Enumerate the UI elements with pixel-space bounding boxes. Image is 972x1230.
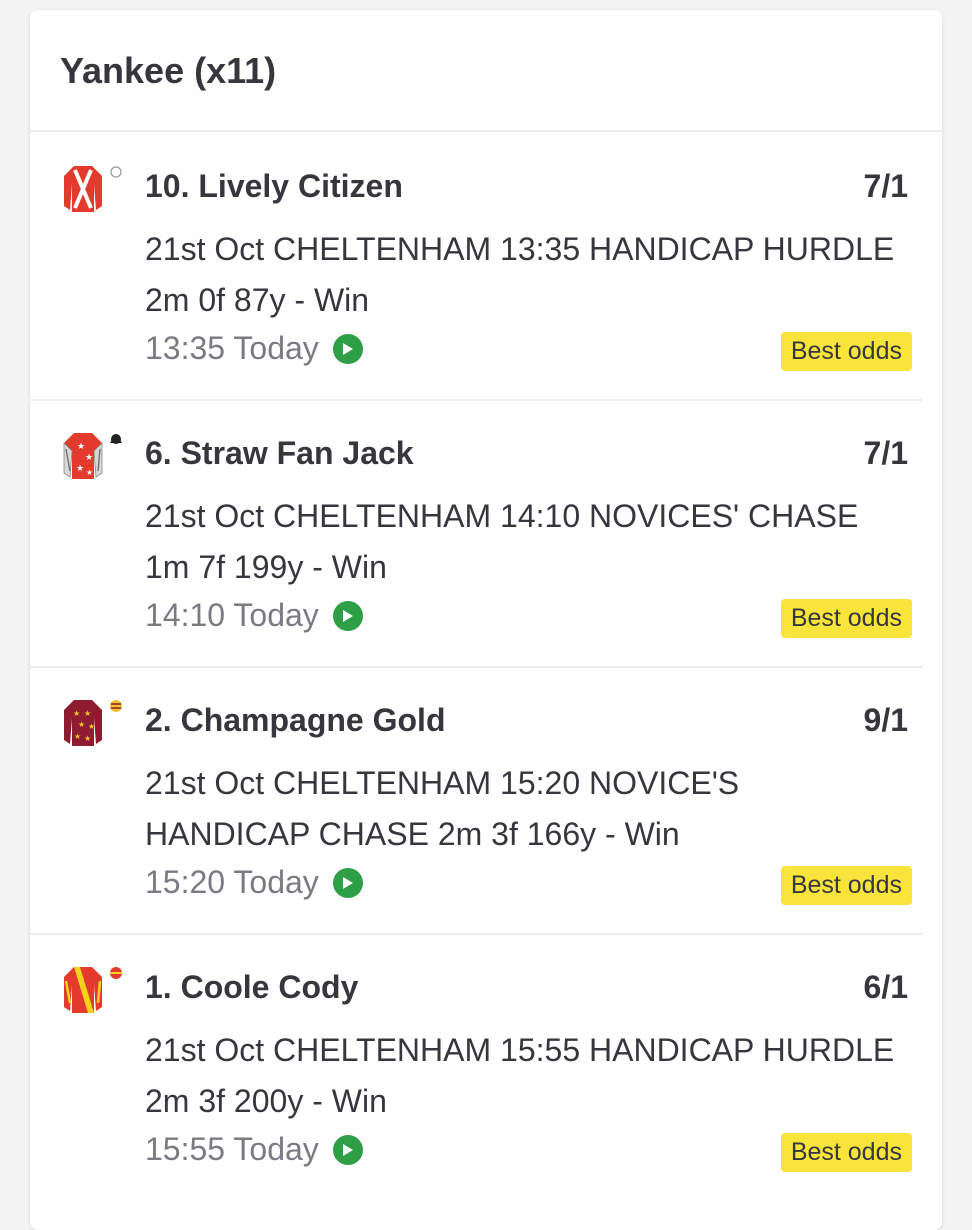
selection-row[interactable]: ★ ★ ★ ★ 6. Straw Fan Jack 7/1 21st Oct C… [30,399,922,668]
race-description: 21st Oct CHELTENHAM 15:55 HANDICAP HURDL… [145,1032,895,1119]
play-icon[interactable] [332,1134,363,1165]
best-odds-badge: Best odds [780,866,912,905]
race-description: 21st Oct CHELTENHAM 14:10 NOVICES' CHASE… [145,498,859,585]
race-time: 15:20 Today [145,864,363,901]
svg-text:★: ★ [74,732,81,741]
race-time-label: 14:10 Today [145,597,319,633]
play-icon[interactable] [332,333,363,364]
race-time-label: 13:35 Today [145,330,319,366]
red-yellow-sash-silks-icon [64,967,122,1013]
horse-name: 1. Coole Cody [145,969,359,1005]
odds[interactable]: 7/1 [864,435,908,472]
best-odds-badge: Best odds [780,1133,912,1172]
race-time: 15:55 Today [145,1131,363,1168]
race-time: 13:35 Today [145,330,363,367]
race-time-label: 15:55 Today [145,1131,319,1167]
selection-row[interactable]: 1. Coole Cody 6/1 21st Oct CHELTENHAM 15… [30,933,922,1200]
yankee-bet-card: Yankee (x11) 10. Lively Citizen 7/1 21st… [30,10,942,1230]
horse-name: 6. Straw Fan Jack [145,435,414,471]
red-white-cross-silks-icon [64,166,122,212]
svg-text:★: ★ [76,464,84,474]
race-time: 14:10 Today [145,597,363,634]
svg-text:★: ★ [84,709,91,718]
bet-header: Yankee (x11) [30,10,942,132]
bet-title: Yankee (x11) [60,50,277,91]
maroon-gold-stars-silks-icon: ★ ★ ★ ★ ★ ★ [64,700,122,746]
svg-text:★: ★ [84,734,91,743]
svg-text:★: ★ [85,453,93,463]
race-description: 21st Oct CHELTENHAM 15:20 NOVICE'S HANDI… [145,765,740,852]
svg-text:★: ★ [77,442,85,452]
odds[interactable]: 9/1 [864,702,908,739]
svg-text:★: ★ [86,468,93,477]
odds[interactable]: 7/1 [864,168,908,205]
selection-row[interactable]: ★ ★ ★ ★ ★ ★ 2. Champagne Gold 9/1 21st O… [30,666,922,935]
play-icon[interactable] [332,867,363,898]
selection-row[interactable]: 10. Lively Citizen 7/1 21st Oct CHELTENH… [30,132,922,401]
play-icon[interactable] [332,600,363,631]
race-description: 21st Oct CHELTENHAM 13:35 HANDICAP HURDL… [145,231,895,318]
svg-text:★: ★ [73,709,80,718]
red-white-stars-silks-icon: ★ ★ ★ ★ [63,433,122,479]
best-odds-badge: Best odds [780,332,912,371]
svg-text:★: ★ [88,722,95,731]
svg-text:★: ★ [78,720,85,729]
race-time-label: 15:20 Today [145,864,319,900]
horse-name: 2. Champagne Gold [145,702,446,738]
best-odds-badge: Best odds [780,599,912,638]
horse-name: 10. Lively Citizen [145,168,403,204]
odds[interactable]: 6/1 [864,969,908,1006]
